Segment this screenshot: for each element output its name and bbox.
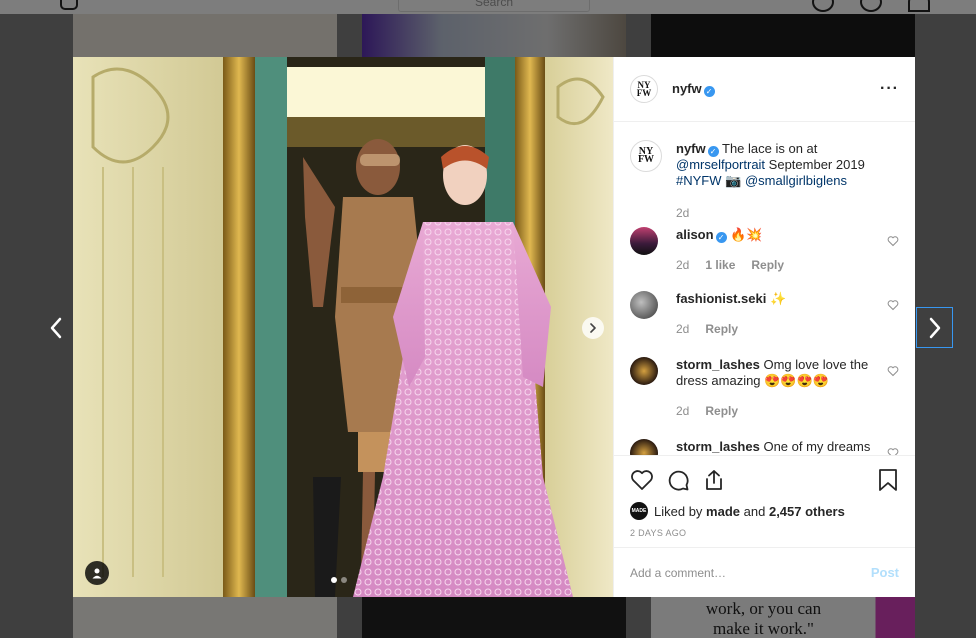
like-comment-heart-icon[interactable] xyxy=(887,299,899,311)
carousel-dot xyxy=(341,577,347,583)
comment-item: alison ✓ 🔥💥 2d 1 like Reply xyxy=(630,227,899,273)
comment-item: storm_lashes Omg love love the dress ama… xyxy=(630,357,899,419)
post-sidebar: NY FW nyfw ✓ ··· NY FW nyfw ✓ The lace is … xyxy=(613,57,915,597)
comment-item: fashionist.seki ✨ 2d Reply xyxy=(630,291,899,337)
username[interactable]: storm_lashes xyxy=(676,357,760,372)
comment-likes[interactable]: 1 like xyxy=(705,257,735,273)
avatar[interactable] xyxy=(630,439,658,455)
avatar[interactable] xyxy=(630,227,658,255)
next-post-button[interactable] xyxy=(916,307,953,348)
comment-time[interactable]: 2d xyxy=(676,321,689,337)
post-modal: NY FW nyfw ✓ ··· NY FW nyfw ✓ The lace is … xyxy=(73,57,915,597)
chevron-right-icon xyxy=(590,323,596,333)
verified-badge-icon: ✓ xyxy=(703,86,715,97)
reply-button[interactable]: Reply xyxy=(751,257,784,273)
liked-by-user[interactable]: made xyxy=(706,504,740,519)
comments-list[interactable]: NY FW nyfw ✓ The lace is on at @mrselfpor… xyxy=(614,122,915,455)
likes-summary: MADE Liked by made and 2,457 others xyxy=(630,502,899,520)
carousel-indicator xyxy=(331,577,347,583)
post-actions: MADE Liked by made and 2,457 others 2 DA… xyxy=(614,455,915,547)
avatar[interactable]: NY FW xyxy=(630,140,662,172)
liked-by-others[interactable]: 2,457 others xyxy=(769,504,845,519)
username[interactable]: alison xyxy=(676,227,714,242)
post-timestamp[interactable]: 2 DAYS AGO xyxy=(630,528,899,538)
camera-icon: 📷 xyxy=(725,173,742,188)
hashtag-link[interactable]: #NYFW xyxy=(676,173,722,188)
comment-input[interactable] xyxy=(630,565,871,580)
comment-time[interactable]: 2d xyxy=(676,205,689,221)
like-heart-icon[interactable] xyxy=(630,468,654,492)
comment-time[interactable]: 2d xyxy=(676,257,689,273)
caption-text: The lace is on at xyxy=(722,141,818,156)
post-header: NY FW nyfw ✓ ··· xyxy=(614,57,915,122)
avatar[interactable]: NY FW xyxy=(630,75,658,103)
comment-bubble-icon[interactable] xyxy=(666,468,690,492)
more-options-icon[interactable]: ··· xyxy=(880,80,899,98)
mention-link[interactable]: @mrselfportrait xyxy=(676,157,765,172)
carousel-next-button[interactable] xyxy=(582,317,604,339)
username[interactable]: storm_lashes xyxy=(676,439,760,454)
like-comment-heart-icon[interactable] xyxy=(887,365,899,377)
liked-by-prefix: Liked by xyxy=(654,503,703,519)
chevron-right-icon xyxy=(929,317,940,338)
carousel-dot xyxy=(331,577,337,583)
bookmark-icon[interactable] xyxy=(877,468,899,492)
username[interactable]: fashionist.seki xyxy=(676,291,766,306)
chevron-left-icon xyxy=(50,317,62,339)
avatar[interactable] xyxy=(630,357,658,385)
comment-item: storm_lashes One of my dreams xyxy=(630,439,899,455)
like-comment-heart-icon[interactable] xyxy=(887,235,899,247)
tagged-users-button[interactable] xyxy=(85,561,109,585)
username[interactable]: nyfw xyxy=(676,141,706,156)
post-comment-button[interactable]: Post xyxy=(871,565,899,580)
post-author[interactable]: nyfw ✓ xyxy=(672,80,715,98)
avatar[interactable] xyxy=(630,291,658,319)
share-icon[interactable] xyxy=(702,468,726,492)
comment-text: ✨ xyxy=(769,291,787,306)
avatar[interactable]: MADE xyxy=(630,502,648,520)
caption: NY FW nyfw ✓ The lace is on at @mrselfpor… xyxy=(630,140,899,221)
like-comment-heart-icon[interactable] xyxy=(887,447,899,455)
verified-badge-icon: ✓ xyxy=(715,232,727,243)
add-comment-bar: Post xyxy=(614,547,915,597)
caption-text: September 2019 xyxy=(768,157,865,172)
comment-text: 🔥💥 xyxy=(730,227,763,242)
mention-link[interactable]: @smallgirlbiglens xyxy=(745,173,847,188)
verified-badge-icon: ✓ xyxy=(707,146,719,157)
liked-by-and: and xyxy=(743,503,766,519)
reply-button[interactable]: Reply xyxy=(705,403,738,419)
user-icon xyxy=(92,568,102,579)
comment-time[interactable]: 2d xyxy=(676,403,689,419)
post-image[interactable] xyxy=(73,57,613,597)
comment-text: One of my dreams xyxy=(763,439,871,454)
username[interactable]: nyfw xyxy=(672,81,702,96)
reply-button[interactable]: Reply xyxy=(705,321,738,337)
previous-post-button[interactable] xyxy=(38,310,74,346)
fashion-photo xyxy=(73,57,613,597)
